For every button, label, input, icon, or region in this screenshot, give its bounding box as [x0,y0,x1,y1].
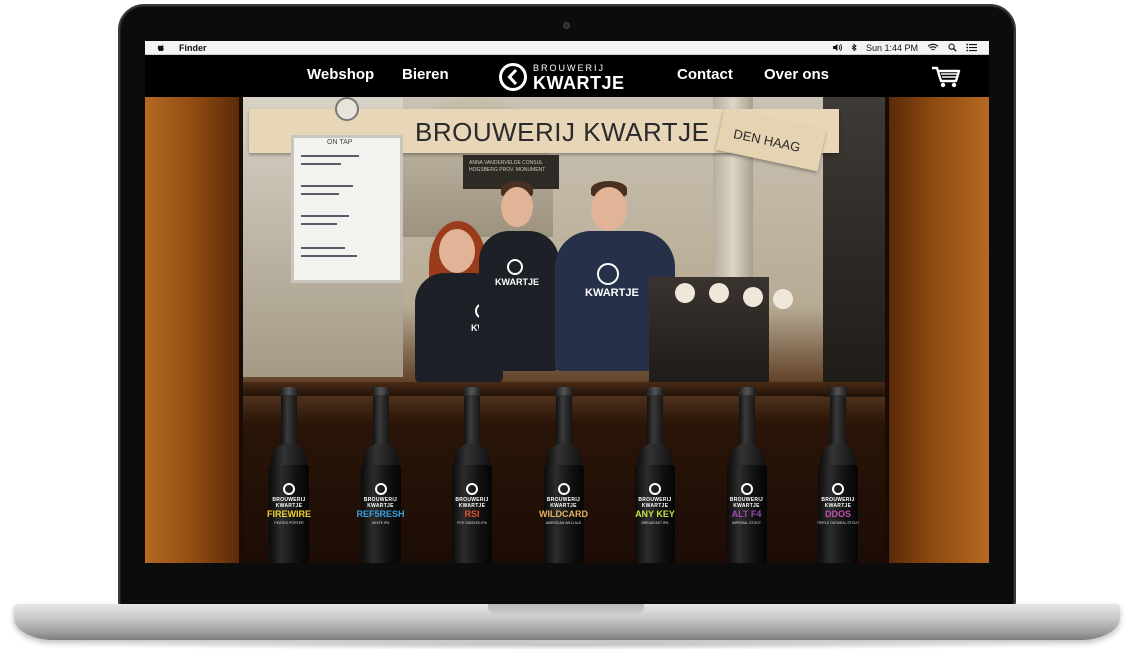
bottle-brand: BROUWERIJ KWARTJE [363,497,398,509]
beer-bottle[interactable]: BROUWERIJ KWARTJE FIREWIRE PEATED PORTER [267,387,311,563]
nav-link-contact[interactable]: Contact [677,66,733,83]
bottle-beer-name: REF5RESH [356,509,405,519]
hero-side-panel-left [145,97,239,563]
bottle-beer-name: ANY KEY [635,509,675,519]
bottle-beer-name: WILDCARD [539,509,588,519]
volume-icon[interactable] [832,43,842,52]
board-title: ON TAP [327,139,353,146]
laptop-notch [488,604,644,616]
apple-menu-icon[interactable] [157,43,167,53]
bottle-beer-name: FIREWIRE [267,509,311,519]
tap-list-whiteboard [291,135,403,283]
bottle-beer-name: DDOS [824,509,851,519]
beer-bottle[interactable]: BROUWERIJ KWARTJE RSI RYE SMOKED IPA [450,387,494,563]
bottle-brand: BROUWERIJ KWARTJE [821,497,855,509]
bottle-logo-icon [466,483,478,495]
banner-text: BROUWERIJ KWARTJE [415,117,710,147]
logo-k-icon [499,63,527,91]
nav-link-webshop[interactable]: Webshop [307,66,374,83]
bottle-brand: BROUWERIJ KWARTJE [546,497,581,509]
bottle-logo-icon [832,483,844,495]
laptop-shadow [60,640,1074,650]
bottle-brand: BROUWERIJ KWARTJE [455,497,489,509]
bottle-logo-icon [374,483,387,495]
bottle-beer-style: BREAKFAST IPA [641,521,669,525]
nav-link-over-ons[interactable]: Over ons [764,66,829,83]
bottle-beer-style: TRIPLE OATMEAL STOUT [816,521,860,525]
person-2 [479,231,559,371]
bottle-brand: BROUWERIJ KWARTJE [729,497,764,509]
bottle-beer-style: RYE SMOKED IPA [457,521,487,525]
bottle-beer-name: ALT F4 [731,509,762,519]
hero-photo-brewery-stand: BROUWERIJ KWARTJE DEN HAAG ON TAP ANNA V… [243,97,885,563]
wifi-icon[interactable] [927,43,939,52]
webcam [563,22,570,29]
bluetooth-icon[interactable] [851,42,857,53]
bottle-beer-style: PEATED PORTER [274,521,304,525]
beer-bottle[interactable]: BROUWERIJ KWARTJE REF5RESH WHITE IPA [356,387,405,563]
beer-bottle[interactable]: BROUWERIJ KWARTJE WILDCARD AMERICAN WILD A… [539,387,588,563]
bottle-beer-style: AMERICAN WILD ALE [545,521,582,525]
mac-menubar: Finder Sun 1:44 PM [145,41,989,55]
nav-link-bieren[interactable]: Bieren [402,66,449,83]
plaque-text: ANNA VANDERVELDE CONSUL HOGSBERG PROV. M… [469,160,546,173]
active-app-name[interactable]: Finder [179,43,207,53]
bottle-beer-style: IMPERIAL STOUT [732,521,761,525]
laptop-mockup: Finder Sun 1:44 PM Webshop Bieren BROUWE… [0,0,1134,660]
hero-side-panel-right [889,97,989,563]
notification-center-icon[interactable] [966,43,977,52]
site-navigation: Webshop Bieren BROUWERIJ KWARTJE Contact… [145,56,989,96]
bottle-brand: BROUWERIJ KWARTJE [272,497,306,509]
beer-bottle[interactable]: BROUWERIJ KWARTJE ALT F4 IMPERIAL STOUT [725,387,769,563]
spotlight-search-icon[interactable] [948,43,957,52]
hero-section: BROUWERIJ KWARTJE DEN HAAG ON TAP ANNA V… [145,97,989,563]
site-logo[interactable]: BROUWERIJ KWARTJE [497,60,627,94]
shopping-cart-icon[interactable] [931,65,961,89]
beer-bottle[interactable]: BROUWERIJ KWARTJE ANY KEY BREAKFAST IPA [633,387,677,563]
logo-brand-top: BROUWERIJ [533,63,605,73]
bottle-beer-style: WHITE IPA [371,521,390,525]
bottle-logo-icon [557,483,570,495]
menubar-status-area: Sun 1:44 PM [832,43,977,53]
bottle-logo-icon [649,483,661,495]
beer-bottle-lineup: BROUWERIJ KWARTJE FIREWIRE PEATED PORTER BR… [243,387,885,563]
bottle-beer-name: RSI [464,509,480,519]
logo-brand-bottom: KWARTJE [533,73,625,93]
laptop-screen: Finder Sun 1:44 PM Webshop Bieren BROUWE… [145,41,989,563]
menubar-clock[interactable]: Sun 1:44 PM [866,43,918,53]
beer-bottle[interactable]: BROUWERIJ KWARTJE DDOS TRIPLE OATMEAL STOU… [816,387,860,563]
bottle-brand: BROUWERIJ KWARTJE [638,497,672,509]
banner-logo-icon [335,97,359,121]
bottle-logo-icon [740,483,753,495]
bottle-logo-icon [283,483,295,495]
